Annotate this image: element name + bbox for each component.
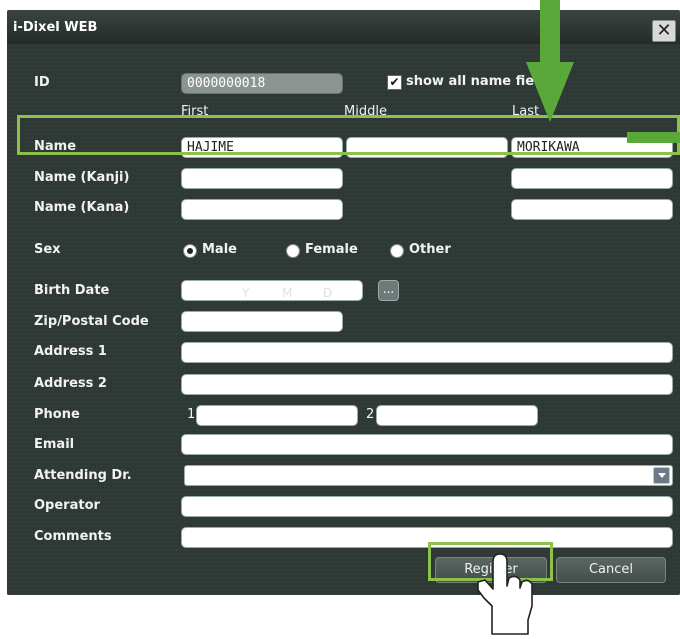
comments-label: Comments	[34, 529, 112, 544]
name-kanji-last-input[interactable]	[511, 168, 673, 189]
sex-female-label: Female	[305, 242, 358, 257]
cancel-button[interactable]: Cancel	[556, 557, 666, 583]
calendar-button[interactable]: ...	[378, 280, 399, 301]
close-icon: ✕	[656, 20, 672, 41]
name-kanji-label: Name (Kanji)	[34, 170, 130, 185]
birth-year-placeholder: Y	[242, 286, 250, 300]
attending-select[interactable]	[184, 465, 673, 486]
sex-label: Sex	[34, 242, 61, 257]
show-all-checkbox[interactable]: ✔	[387, 75, 402, 90]
email-input[interactable]	[181, 434, 673, 455]
title-bar: i-Dixel WEB ✕	[7, 10, 680, 45]
name-kanji-first-input[interactable]	[181, 168, 343, 189]
sex-other-radio[interactable]	[390, 244, 404, 258]
name-kana-label: Name (Kana)	[34, 200, 130, 215]
address2-label: Address 2	[34, 376, 107, 391]
birth-month-placeholder: M	[282, 286, 293, 300]
email-label: Email	[34, 437, 75, 452]
phone2-prefix: 2	[366, 407, 375, 422]
phone1-prefix: 1	[187, 407, 196, 422]
name-kana-last-input[interactable]	[511, 199, 673, 220]
id-field: 0000000018	[181, 73, 343, 94]
close-button[interactable]: ✕	[652, 20, 676, 42]
zip-label: Zip/Postal Code	[34, 314, 149, 329]
attending-label: Attending Dr.	[34, 468, 132, 483]
sex-male-label: Male	[202, 242, 237, 257]
window-title: i-Dixel WEB	[13, 20, 98, 35]
sex-female-radio[interactable]	[286, 244, 300, 258]
name-kana-first-input[interactable]	[181, 199, 343, 220]
checkmark-icon: ✔	[389, 75, 400, 89]
show-all-label: show all name fields	[406, 74, 556, 89]
birth-day-placeholder: D	[323, 286, 333, 300]
phone1-input[interactable]	[196, 405, 358, 426]
chevron-down-icon[interactable]	[653, 467, 670, 484]
address1-input[interactable]	[181, 342, 673, 363]
zip-input[interactable]	[181, 311, 343, 332]
sex-other-label: Other	[409, 242, 451, 257]
name-row-highlight	[17, 115, 680, 155]
app-window: i-Dixel WEB ✕ ID 0000000018 ✔ show all n…	[7, 10, 680, 595]
id-label: ID	[34, 75, 50, 90]
comments-input[interactable]	[181, 527, 673, 548]
birth-date-label: Birth Date	[34, 283, 110, 298]
phone2-input[interactable]	[376, 405, 538, 426]
phone-label: Phone	[34, 407, 80, 422]
register-highlight	[428, 542, 553, 581]
operator-input[interactable]	[181, 496, 673, 517]
birth-date-input[interactable]: Y M D	[181, 280, 363, 301]
address1-label: Address 1	[34, 344, 107, 359]
operator-label: Operator	[34, 498, 100, 513]
address2-input[interactable]	[181, 374, 673, 395]
sex-male-radio[interactable]	[183, 244, 197, 258]
